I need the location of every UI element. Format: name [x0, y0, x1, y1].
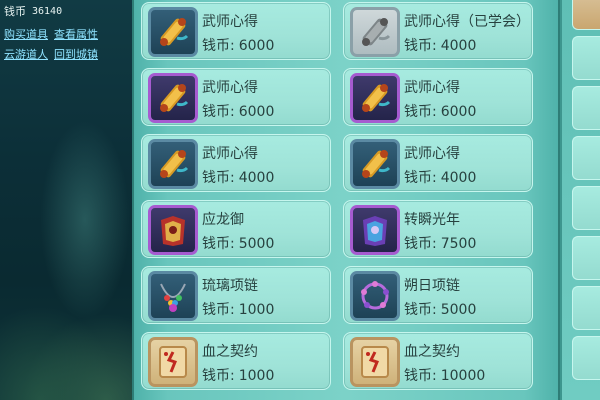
price-value: 4000 — [238, 170, 275, 186]
right-slot[interactable] — [572, 286, 600, 330]
currency-label: 钱币: — [202, 236, 235, 252]
money-value: 36140 — [32, 6, 63, 17]
item-price: 钱币: 1000 — [202, 365, 274, 385]
item-price: 钱币: 5000 — [202, 233, 274, 253]
money-label: 钱币 — [4, 5, 26, 18]
item-price: 钱币: 4000 — [404, 167, 476, 187]
shop-item-card[interactable]: 朔日项链钱币: 5000 — [343, 266, 533, 324]
currency-label: 钱币: — [404, 170, 437, 186]
hud-link-row-1: 购买道具 查看属性 — [4, 26, 130, 42]
item-name: 武师心得 — [404, 80, 460, 96]
gold-scroll-icon — [350, 73, 400, 123]
currency-label: 钱币: — [404, 104, 437, 120]
right-slot-item-icon[interactable] — [572, 0, 600, 30]
price-value: 4000 — [440, 38, 477, 54]
right-slot[interactable] — [572, 86, 600, 130]
currency-label: 钱币: — [202, 38, 235, 54]
return-town-link[interactable]: 回到城镇 — [54, 46, 98, 62]
currency-label: 钱币: — [404, 38, 437, 54]
glass-necklace-icon — [148, 271, 198, 321]
price-value: 7500 — [440, 236, 477, 252]
right-slot[interactable] — [572, 36, 600, 80]
wandering-taoist-link[interactable]: 云游道人 — [4, 46, 48, 62]
money-readout: 钱币 36140 — [4, 4, 130, 20]
item-price: 钱币: 6000 — [404, 101, 476, 121]
gold-scroll-icon — [148, 7, 198, 57]
currency-label: 钱币: — [404, 236, 437, 252]
item-name: 血之契约 — [202, 344, 258, 360]
purple-necklace-icon — [350, 271, 400, 321]
contract-paper-icon — [350, 337, 400, 387]
price-value: 6000 — [440, 104, 477, 120]
right-slot[interactable] — [572, 336, 600, 380]
shop-item-card[interactable]: 武师心得钱币: 4000 — [343, 134, 533, 192]
item-name: 琉璃项链 — [202, 278, 258, 294]
shop-panel: 武师心得 钱币: 6000 武师心得（已学会） 钱币: 4000 武师心得 钱币: 6000 武师… — [132, 0, 560, 400]
currency-label: 钱币: — [404, 302, 437, 318]
hud-info-panel: 钱币 36140 购买道具 查看属性 云游道人 回到城镇 — [4, 4, 130, 62]
gold-scroll-icon — [350, 139, 400, 189]
price-value: 6000 — [238, 104, 275, 120]
buy-items-link[interactable]: 购买道具 — [4, 26, 48, 42]
item-price: 钱币: 4000 — [202, 167, 274, 187]
item-price: 钱币: 1000 — [202, 299, 274, 319]
item-name: 血之契约 — [404, 344, 460, 360]
gold-scroll-icon — [148, 73, 198, 123]
item-name: 武师心得 — [202, 146, 258, 162]
shop-item-card[interactable]: 血之契约钱币: 1000 — [141, 332, 331, 390]
item-name: 武师心得 — [202, 14, 258, 30]
gold-scroll-icon — [148, 139, 198, 189]
shop-item-card[interactable]: 应龙御钱币: 5000 — [141, 200, 331, 258]
gray-scroll-icon — [350, 7, 400, 57]
currency-label: 钱币: — [202, 368, 235, 384]
currency-label: 钱币: — [202, 104, 235, 120]
scene-coral — [0, 290, 132, 400]
item-price: 钱币: 6000 — [202, 35, 274, 55]
currency-label: 钱币: — [202, 302, 235, 318]
right-slot[interactable] — [572, 186, 600, 230]
shop-item-card[interactable]: 血之契约钱币: 10000 — [343, 332, 533, 390]
shop-item-card[interactable]: 武师心得钱币: 6000 — [141, 68, 331, 126]
shop-item-card[interactable]: 武师心得钱币: 4000 — [141, 134, 331, 192]
item-price: 钱币: 5000 — [404, 299, 476, 319]
price-value: 5000 — [238, 236, 275, 252]
price-value: 6000 — [238, 38, 275, 54]
shop-item-card[interactable]: 武师心得钱币: 6000 — [141, 2, 331, 60]
shop-item-card[interactable]: 琉璃项链钱币: 1000 — [141, 266, 331, 324]
item-name: 转瞬光年 — [404, 212, 460, 228]
red-armor-icon — [148, 205, 198, 255]
right-side-panel — [560, 0, 600, 400]
currency-label: 钱币: — [202, 170, 235, 186]
shop-item-card[interactable]: 转瞬光年钱币: 7500 — [343, 200, 533, 258]
item-name: 武师心得 — [404, 146, 460, 162]
price-value: 5000 — [440, 302, 477, 318]
item-price: 钱币: 4000 — [404, 35, 476, 55]
shop-item-card[interactable]: 武师心得钱币: 6000 — [343, 68, 533, 126]
contract-paper-icon — [148, 337, 198, 387]
price-value: 4000 — [440, 170, 477, 186]
price-value: 10000 — [440, 368, 486, 384]
view-attributes-link[interactable]: 查看属性 — [54, 26, 98, 42]
item-price: 钱币: 10000 — [404, 365, 485, 385]
price-value: 1000 — [238, 302, 275, 318]
item-price: 钱币: 6000 — [202, 101, 274, 121]
item-name: 朔日项链 — [404, 278, 460, 294]
blue-armor-icon — [350, 205, 400, 255]
shop-item-card[interactable]: 武师心得（已学会） 钱币: 4000 — [343, 2, 533, 60]
hud-link-row-2: 云游道人 回到城镇 — [4, 46, 130, 62]
item-price: 钱币: 7500 — [404, 233, 476, 253]
item-name: 武师心得（已学会） — [404, 14, 530, 30]
price-value: 1000 — [238, 368, 275, 384]
item-name: 武师心得 — [202, 80, 258, 96]
item-name: 应龙御 — [202, 212, 244, 228]
right-slot[interactable] — [572, 236, 600, 280]
currency-label: 钱币: — [404, 368, 437, 384]
right-slot[interactable] — [572, 136, 600, 180]
